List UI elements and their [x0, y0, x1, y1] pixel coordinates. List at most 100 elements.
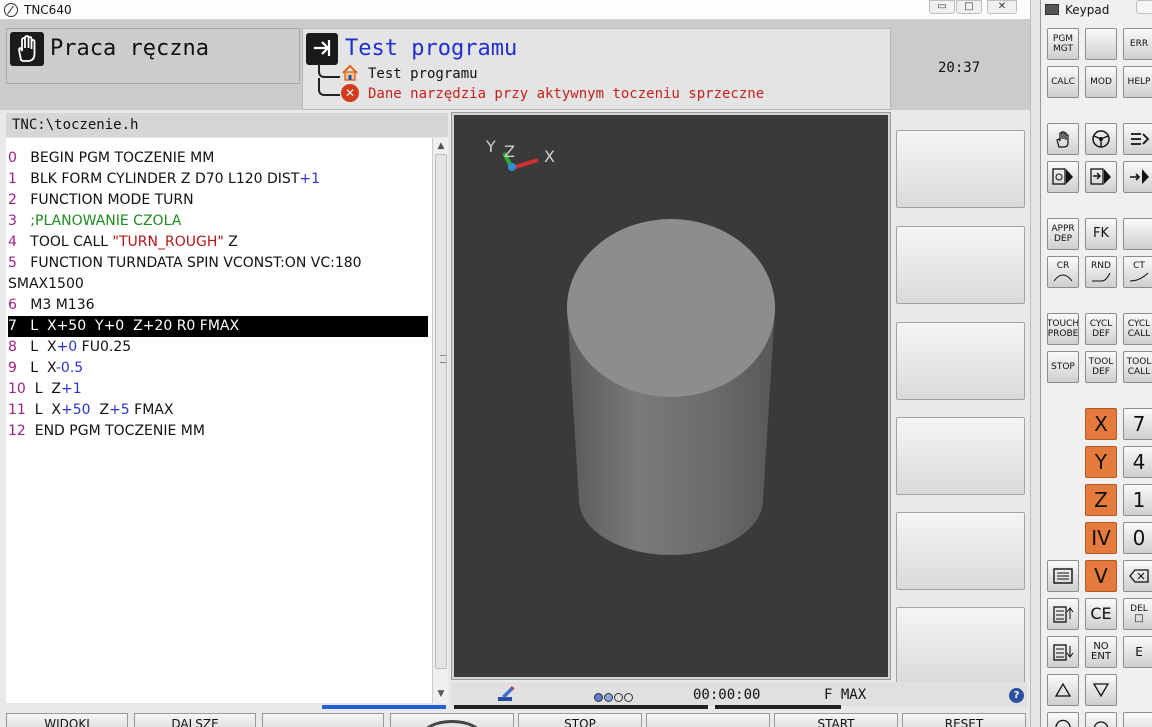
- error-message[interactable]: Dane narzędzia przy aktywnym toczeniu sp…: [368, 86, 764, 102]
- key-calc[interactable]: CALC: [1047, 66, 1079, 98]
- key-blank-2[interactable]: [1123, 218, 1152, 250]
- axis-z-label: Z: [504, 142, 515, 161]
- softkey-right-4[interactable]: [896, 417, 1025, 495]
- softkey-more[interactable]: DALSZE: [134, 713, 256, 727]
- key-stop[interactable]: STOP: [1047, 351, 1079, 383]
- simulation-view[interactable]: X Y Z: [454, 115, 888, 677]
- program-line[interactable]: 8 L X+0 FU0.25: [8, 337, 428, 358]
- scroll-down-arrow[interactable]: ▼: [433, 686, 449, 702]
- key-x[interactable]: X: [1085, 408, 1117, 440]
- key-cycl-def[interactable]: CYCL DEF: [1085, 313, 1117, 345]
- key-no-ent[interactable]: NO ENT: [1085, 636, 1117, 668]
- key-cr[interactable]: CR: [1047, 256, 1079, 288]
- manual-mode-title: Praca ręczna: [50, 36, 209, 61]
- minimize-button[interactable]: ▭: [929, 0, 955, 14]
- softkey-start[interactable]: START: [774, 713, 898, 727]
- program-line[interactable]: 1 BLK FORM CYLINDER Z D70 L120 DIST+1: [8, 169, 428, 190]
- program-line-selected[interactable]: 7 L X+50 Y+0 Z+20 R0 FMAX: [8, 316, 428, 337]
- program-line[interactable]: 9 L X-0.5: [8, 358, 428, 379]
- softkey-bottom-4[interactable]: [390, 713, 514, 727]
- keypad-minimize-button[interactable]: [1136, 0, 1152, 14]
- hand-key-icon[interactable]: [1047, 123, 1079, 155]
- softkey-stop[interactable]: STOP: [518, 713, 642, 727]
- backspace-key-icon[interactable]: [1123, 560, 1152, 592]
- help-icon[interactable]: ?: [1009, 688, 1024, 703]
- home-icon: [341, 64, 359, 81]
- program-run-key-icon[interactable]: [1047, 161, 1079, 193]
- softkey-bar-indicator: [322, 705, 1022, 711]
- key-del[interactable]: DEL □: [1123, 598, 1152, 630]
- close-button[interactable]: ✕: [987, 0, 1017, 14]
- key-tool-def[interactable]: TOOL DEF: [1085, 351, 1117, 383]
- program-line[interactable]: 3 ;PLANOWANIE CZOLA: [8, 211, 428, 232]
- workpiece-top-face: [567, 219, 775, 397]
- rotate-key-icon[interactable]: [1047, 712, 1079, 727]
- clock: 20:37: [938, 60, 981, 76]
- key-pgm-mgt[interactable]: PGM MGT: [1047, 28, 1079, 60]
- key-touch-probe[interactable]: TOUCH PROBE: [1047, 313, 1079, 345]
- key-fk[interactable]: FK: [1085, 218, 1117, 250]
- program-line[interactable]: 0 BEGIN PGM TOCZENIE MM: [8, 148, 428, 169]
- key-blank[interactable]: [1085, 28, 1117, 60]
- page-up-key-icon[interactable]: [1047, 598, 1079, 630]
- softkey-right-3[interactable]: [896, 322, 1025, 400]
- softkey-reset[interactable]: RESET: [902, 713, 1026, 727]
- key-mod[interactable]: MOD: [1085, 66, 1117, 98]
- program-line[interactable]: 6 M3 M136: [8, 295, 428, 316]
- key-iv[interactable]: IV: [1085, 522, 1117, 554]
- circle-key-icon[interactable]: [1085, 712, 1117, 727]
- key-z[interactable]: Z: [1085, 484, 1117, 516]
- softkey-right-2[interactable]: [896, 226, 1025, 304]
- key-v[interactable]: V: [1085, 560, 1117, 592]
- key-ce[interactable]: CE: [1085, 598, 1117, 630]
- key-ct[interactable]: CT: [1123, 256, 1152, 288]
- softkey-bottom-6[interactable]: [646, 713, 770, 727]
- key-y[interactable]: Y: [1085, 446, 1117, 478]
- key-0[interactable]: 0: [1123, 522, 1152, 554]
- softkey-right-5[interactable]: [896, 512, 1025, 590]
- program-line[interactable]: 4 TOOL CALL "TURN_ROUGH" Z: [8, 232, 428, 253]
- program-line[interactable]: 10 L Z+1: [8, 379, 428, 400]
- tree-connector: [318, 78, 340, 96]
- key-4[interactable]: 4: [1123, 446, 1152, 478]
- key-1[interactable]: 1: [1123, 484, 1152, 516]
- menu-arrow-key-icon[interactable]: [1123, 123, 1152, 155]
- editor-scrollbar[interactable]: ▲ ▼: [432, 138, 448, 703]
- softkey-views[interactable]: WIDOKI: [6, 713, 128, 727]
- program-line-continuation[interactable]: SMAX1500: [8, 274, 428, 295]
- key-partial[interactable]: [1123, 712, 1152, 727]
- key-help[interactable]: HELP: [1123, 66, 1152, 98]
- softkey-bottom-3[interactable]: [262, 713, 384, 727]
- steering-key-icon[interactable]: [1085, 123, 1117, 155]
- file-list-key-icon[interactable]: [1047, 560, 1079, 592]
- maximize-button[interactable]: □: [956, 0, 982, 14]
- scroll-thumb[interactable]: [435, 154, 447, 669]
- page-down-key-icon[interactable]: [1047, 636, 1079, 668]
- scroll-up-arrow[interactable]: ▲: [433, 138, 449, 154]
- edit-key-icon[interactable]: [1123, 161, 1152, 193]
- key-err[interactable]: ERR: [1123, 28, 1152, 60]
- keypad-title: Keypad: [1065, 3, 1110, 17]
- key-7[interactable]: 7: [1123, 408, 1152, 440]
- arrow-up-key-icon[interactable]: [1047, 674, 1079, 706]
- program-line[interactable]: 12 END PGM TOCZENIE MM: [8, 421, 428, 442]
- single-block-key-icon[interactable]: [1085, 161, 1117, 193]
- axis-x-label: X: [544, 147, 555, 166]
- softkey-right-1[interactable]: [896, 130, 1025, 208]
- key-ent[interactable]: E: [1123, 636, 1152, 668]
- arrow-down-key-icon[interactable]: [1085, 674, 1117, 706]
- tree-item-test-program: Test programu: [368, 66, 478, 82]
- key-cycl-call[interactable]: CYCL CALL: [1123, 313, 1152, 345]
- window-title: TNC640: [24, 3, 72, 17]
- key-rnd[interactable]: RND: [1085, 256, 1117, 288]
- program-editor[interactable]: 0 BEGIN PGM TOCZENIE MM 1 BLK FORM CYLIN…: [6, 138, 432, 703]
- test-run-icon: [306, 33, 338, 65]
- program-line[interactable]: 11 L X+50 Z+5 FMAX: [8, 400, 428, 421]
- key-tool-call[interactable]: TOOL CALL: [1123, 351, 1152, 383]
- program-line[interactable]: 2 FUNCTION MODE TURN: [8, 190, 428, 211]
- program-line[interactable]: 5 FUNCTION TURNDATA SPIN VCONST:ON VC:18…: [8, 253, 428, 274]
- hand-icon: [10, 32, 44, 66]
- key-appr-dep[interactable]: APPR DEP: [1047, 218, 1079, 250]
- softkey-right-6[interactable]: [896, 607, 1025, 685]
- pencil-run-icon: [496, 685, 516, 703]
